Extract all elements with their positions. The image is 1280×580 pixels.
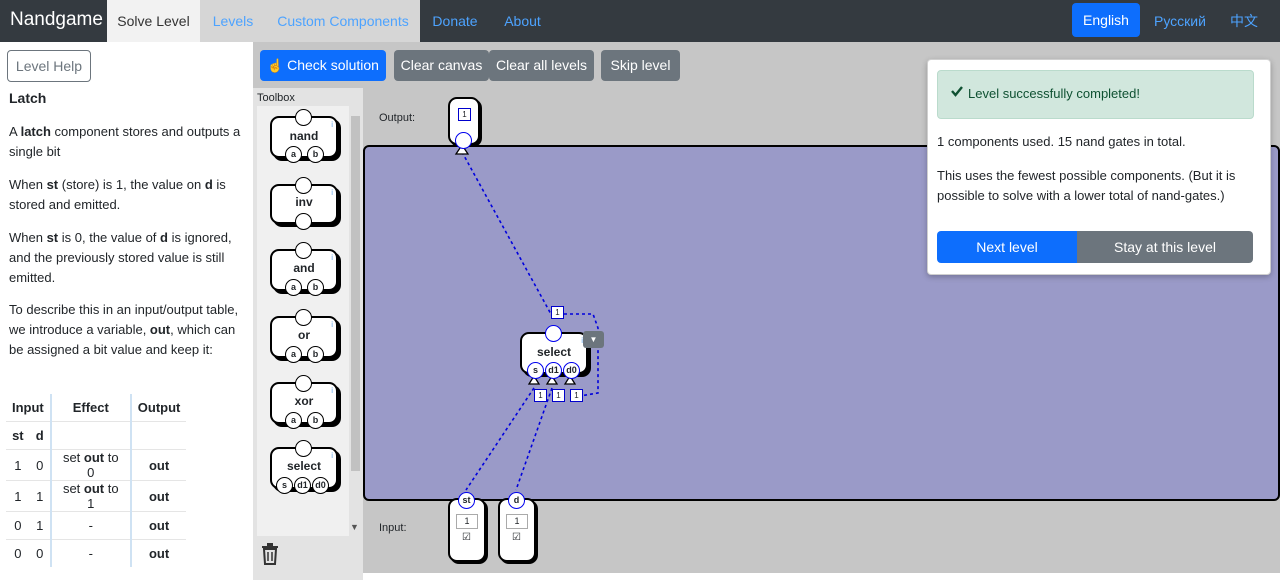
stay-at-level-button[interactable]: Stay at this level	[1077, 231, 1253, 263]
wire-value-s: 1	[534, 389, 547, 402]
check-icon	[951, 86, 963, 97]
input-st-value[interactable]: 1	[456, 514, 478, 529]
input-d-value[interactable]: 1	[506, 514, 528, 529]
wire-value-d1: 1	[552, 389, 565, 402]
input-d-checkbox[interactable]: ☑	[512, 532, 521, 543]
select-component[interactable]: i select s d1 d0	[520, 325, 588, 379]
output-value: 1	[458, 108, 471, 121]
component-menu-chevron-icon[interactable]: ▼	[583, 331, 604, 348]
select-pin-d1[interactable]: d1	[545, 362, 562, 379]
input-st-checkbox[interactable]: ☑	[462, 532, 471, 543]
input-node-st-pin[interactable]: st	[458, 492, 475, 509]
input-node-st[interactable]: st 1 ☑	[448, 492, 486, 562]
select-output-pin[interactable]	[545, 325, 562, 342]
select-pin-d0[interactable]: d0	[563, 362, 580, 379]
components-used-text: 1 components used. 15 nand gates in tota…	[937, 134, 1186, 149]
fewest-components-text: This uses the fewest possible components…	[937, 168, 1236, 203]
select-output-value: 1	[551, 306, 564, 319]
wire-value-d0: 1	[570, 389, 583, 402]
output-node[interactable]: 1	[448, 97, 480, 149]
input-node-d[interactable]: d 1 ☑	[498, 492, 536, 562]
success-message: Level successfully completed!	[968, 86, 1140, 101]
select-pin-s[interactable]: s	[527, 362, 544, 379]
output-node-pin[interactable]	[455, 132, 472, 149]
input-node-d-pin[interactable]: d	[508, 492, 525, 509]
next-level-button[interactable]: Next level	[937, 231, 1077, 263]
